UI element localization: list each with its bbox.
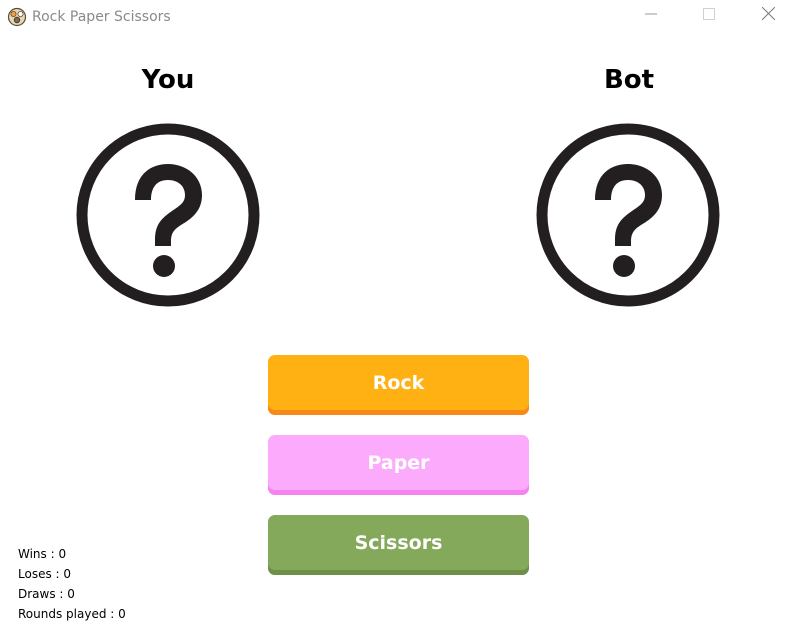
question-mark-icon bbox=[75, 122, 261, 308]
app-window: Rock Paper Scissors You Bot Rock Paper S… bbox=[0, 0, 797, 632]
draws-stat: Draws : 0 bbox=[18, 587, 75, 601]
close-icon bbox=[761, 6, 775, 25]
player-label-you: You bbox=[141, 65, 195, 95]
wins-stat: Wins : 0 bbox=[18, 547, 67, 561]
title-bar: Rock Paper Scissors bbox=[0, 0, 797, 34]
app-logo-icon bbox=[7, 7, 27, 27]
rounds-played-stat: Rounds played : 0 bbox=[18, 607, 126, 621]
scissors-button[interactable]: Scissors bbox=[268, 515, 529, 575]
close-button[interactable] bbox=[745, 0, 791, 32]
loses-stat: Loses : 0 bbox=[18, 567, 72, 581]
player-label-bot: Bot bbox=[603, 65, 655, 95]
window-title: Rock Paper Scissors bbox=[32, 9, 171, 25]
minimize-icon bbox=[645, 7, 657, 25]
maximize-icon bbox=[703, 7, 715, 25]
maximize-button[interactable] bbox=[686, 0, 732, 32]
paper-button[interactable]: Paper bbox=[268, 435, 529, 495]
rock-button[interactable]: Rock bbox=[268, 355, 529, 415]
minimize-button[interactable] bbox=[628, 0, 674, 32]
stats-panel: Wins : 0 Loses : 0 Draws : 0 Rounds play… bbox=[18, 544, 126, 624]
question-mark-icon bbox=[535, 122, 721, 308]
